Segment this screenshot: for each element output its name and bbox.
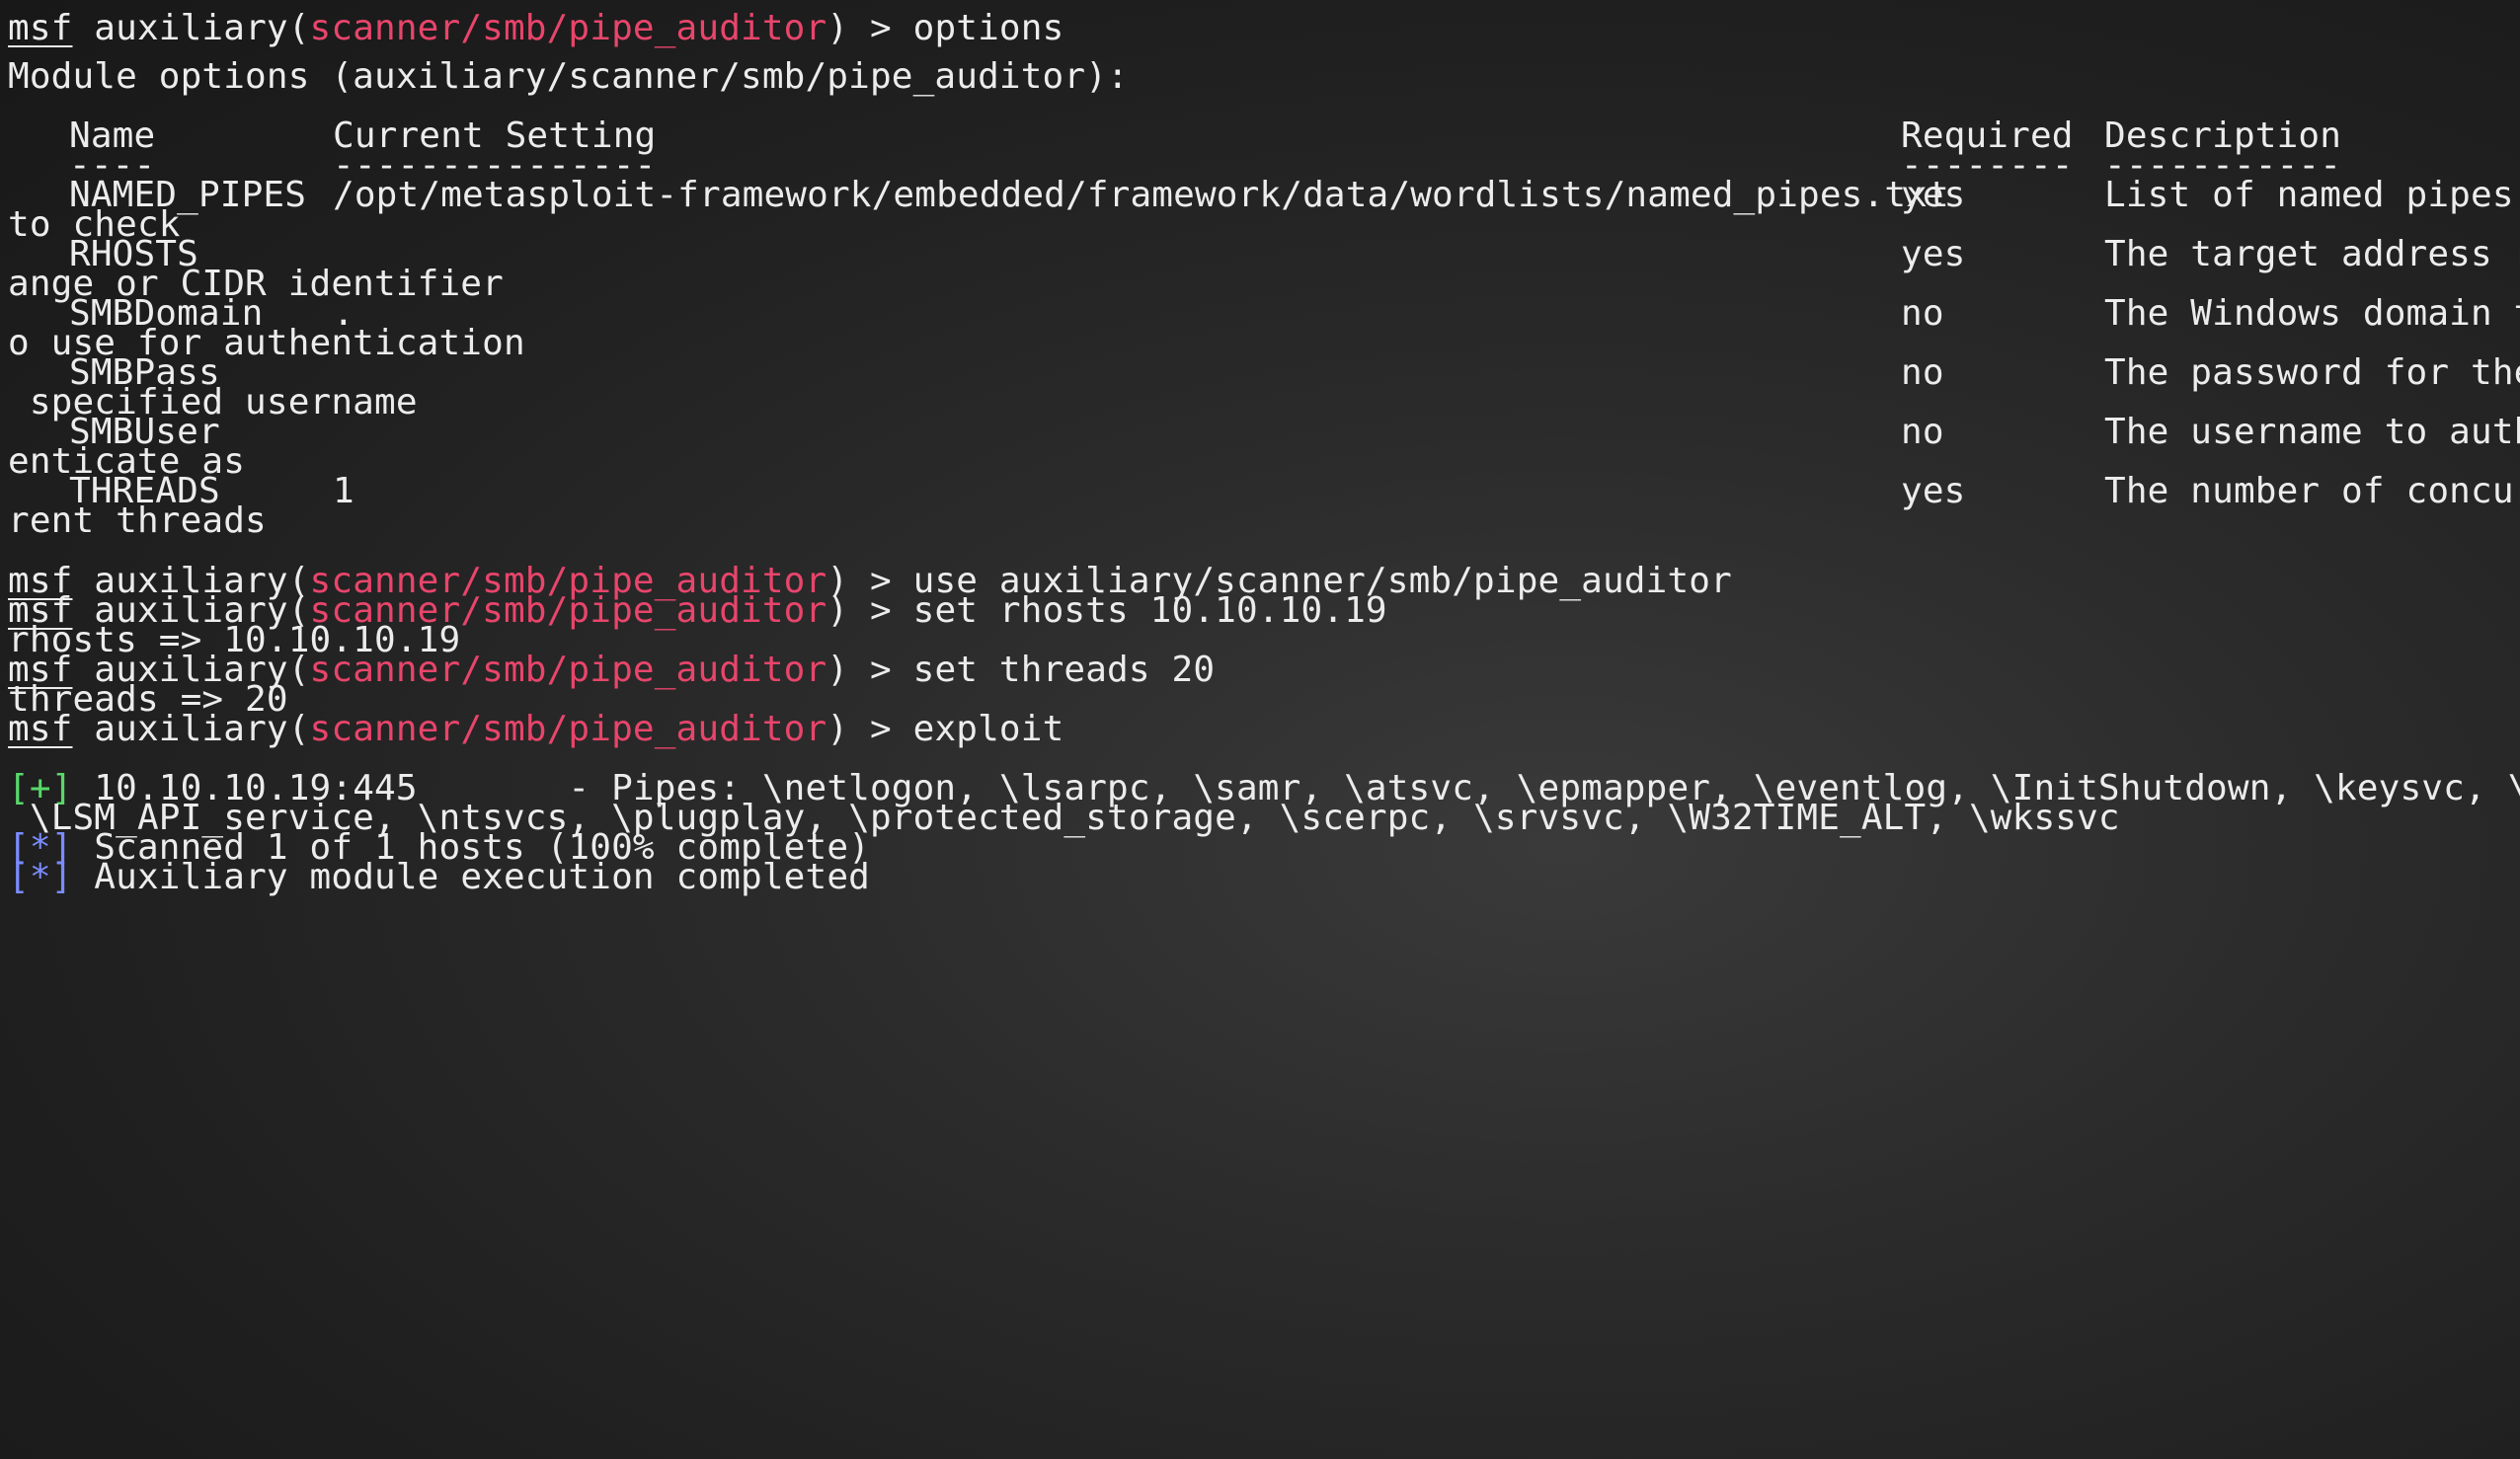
prompt-module-name: scanner/smb/pipe_auditor xyxy=(309,8,827,48)
table-row-description: The target address r xyxy=(2104,234,2520,274)
prompt-line-options: msf auxiliary(scanner/smb/pipe_auditor) … xyxy=(8,4,1063,52)
command-text: options xyxy=(912,8,1064,48)
terminal-window[interactable]: msf auxiliary(scanner/smb/pipe_auditor) … xyxy=(0,0,2520,1459)
prompt-module-name: scanner/smb/pipe_auditor xyxy=(309,650,827,690)
prompt-aux-close: ) > xyxy=(827,8,913,48)
table-row-description-wrap: rent threads xyxy=(8,500,267,541)
prompt-aux-close: ) > xyxy=(827,650,913,690)
prompt-aux-close: ) > xyxy=(827,590,913,631)
command-text: exploit xyxy=(912,709,1064,749)
table-row-required: no xyxy=(1901,412,1944,452)
table-row-description: List of named pipes xyxy=(2104,175,2514,215)
msf-prompt-label: msf xyxy=(8,8,73,48)
table-row-required: no xyxy=(1901,293,1944,334)
table-row-description: The Windows domain t xyxy=(2104,293,2520,334)
status-marker: [*] xyxy=(8,857,73,897)
table-row-description: The number of concur xyxy=(2104,471,2520,511)
completed-status-text: Auxiliary module execution completed xyxy=(72,857,870,897)
table-row-setting: /opt/metasploit-framework/embedded/frame… xyxy=(333,175,1949,215)
table-row-required: yes xyxy=(1901,175,1966,215)
table-row-required: yes xyxy=(1901,471,1966,511)
table-row-required: yes xyxy=(1901,234,1966,274)
table-row-setting: 1 xyxy=(333,471,354,511)
msf-prompt-label: msf xyxy=(8,709,73,749)
table-row-description: The password for the xyxy=(2104,352,2520,393)
table-row-required: no xyxy=(1901,352,1944,393)
prompt-module-name: scanner/smb/pipe_auditor xyxy=(309,709,827,749)
prompt-aux-close: ) > xyxy=(827,709,913,749)
module-options-header: Module options (auxiliary/scanner/smb/pi… xyxy=(8,56,1129,97)
table-row-description: The username to auth xyxy=(2104,412,2520,452)
command-text: set rhosts 10.10.10.19 xyxy=(912,590,1387,631)
prompt-line-exploit: msf auxiliary(scanner/smb/pipe_auditor) … xyxy=(8,705,1063,753)
completed-status-line: [*] Auxiliary module execution completed xyxy=(8,853,870,901)
command-text: set threads 20 xyxy=(912,650,1216,690)
prompt-aux-open: auxiliary( xyxy=(72,8,310,48)
prompt-aux-open: auxiliary( xyxy=(72,709,310,749)
